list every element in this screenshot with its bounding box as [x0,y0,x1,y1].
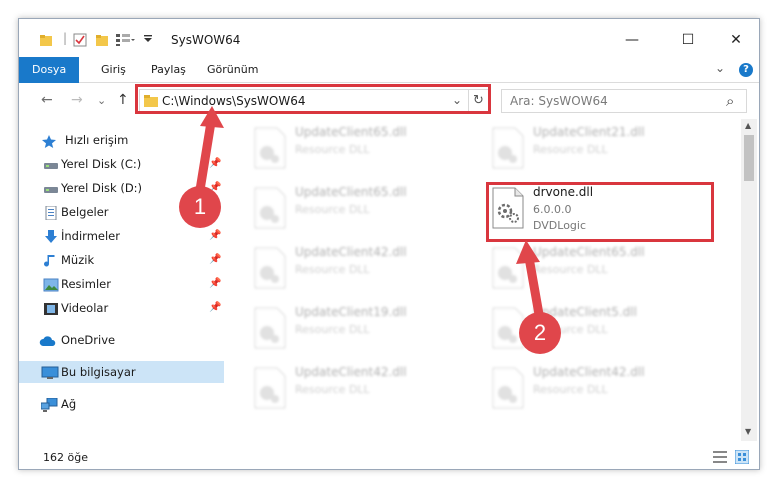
step-2-badge: 2 [519,312,561,354]
arrow-1 [195,111,217,195]
step-1-badge: 1 [179,186,221,228]
arrow-2-head [516,240,540,264]
arrow-1-head [200,106,224,128]
annotation-arrows [195,106,545,325]
